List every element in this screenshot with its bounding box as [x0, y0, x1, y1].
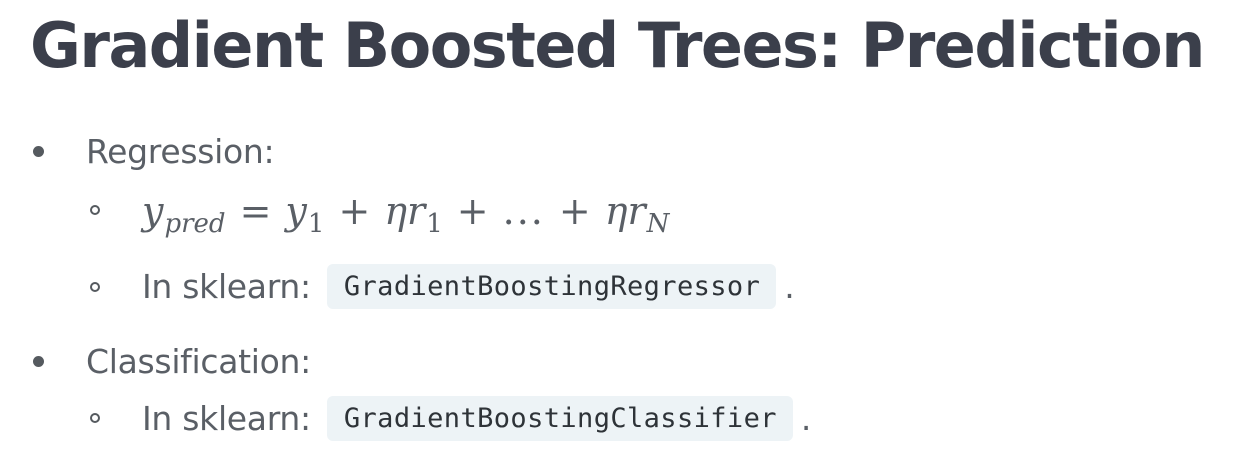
formula-y1-subscript: 1 — [307, 209, 325, 239]
list-item-label: Regression: — [86, 131, 275, 171]
bullet-circle-icon — [90, 205, 100, 215]
code-regressor: GradientBoostingRegressor — [326, 263, 777, 309]
sentence-period: . — [800, 398, 812, 438]
prediction-formula: y pred = y 1 + ηr 1 + ... + ηr N — [142, 189, 669, 239]
formula-y: y — [142, 189, 164, 233]
list-item-classification: Classification: — [86, 338, 311, 384]
sklearn-regressor-item: In sklearn: GradientBoostingRegressor . — [142, 260, 795, 312]
formula-ellipsis: ... — [502, 189, 545, 233]
list-item-regression: Regression: — [86, 128, 275, 174]
slide-title: Gradient Boosted Trees: Prediction — [30, 9, 1205, 82]
formula-plus: + — [338, 189, 371, 233]
formula-y1: y — [285, 189, 307, 233]
formula-y-subscript: pred — [164, 209, 226, 239]
bullet-circle-icon — [90, 413, 100, 423]
formula-plus: + — [558, 189, 591, 233]
sklearn-prefix: In sklearn: — [142, 266, 311, 306]
formula-r1-subscript: 1 — [426, 209, 443, 239]
sklearn-classifier-item: In sklearn: GradientBoostingClassifier . — [142, 392, 811, 444]
bullet-disc-icon — [33, 356, 44, 367]
formula-plus: + — [456, 189, 489, 233]
sklearn-prefix: In sklearn: — [142, 398, 311, 438]
sentence-period: . — [784, 266, 795, 306]
formula-rN-subscript: N — [646, 209, 670, 239]
list-item-label: Classification: — [86, 341, 311, 381]
bullet-disc-icon — [33, 146, 44, 157]
formula-eta-rN: ηr — [604, 189, 646, 233]
code-classifier: GradientBoostingClassifier — [326, 395, 793, 441]
formula-eta-r1: ηr — [384, 189, 426, 233]
formula-item: y pred = y 1 + ηr 1 + ... + ηr N — [142, 186, 669, 239]
bullet-circle-icon — [90, 282, 100, 292]
formula-equals: = — [239, 189, 272, 233]
